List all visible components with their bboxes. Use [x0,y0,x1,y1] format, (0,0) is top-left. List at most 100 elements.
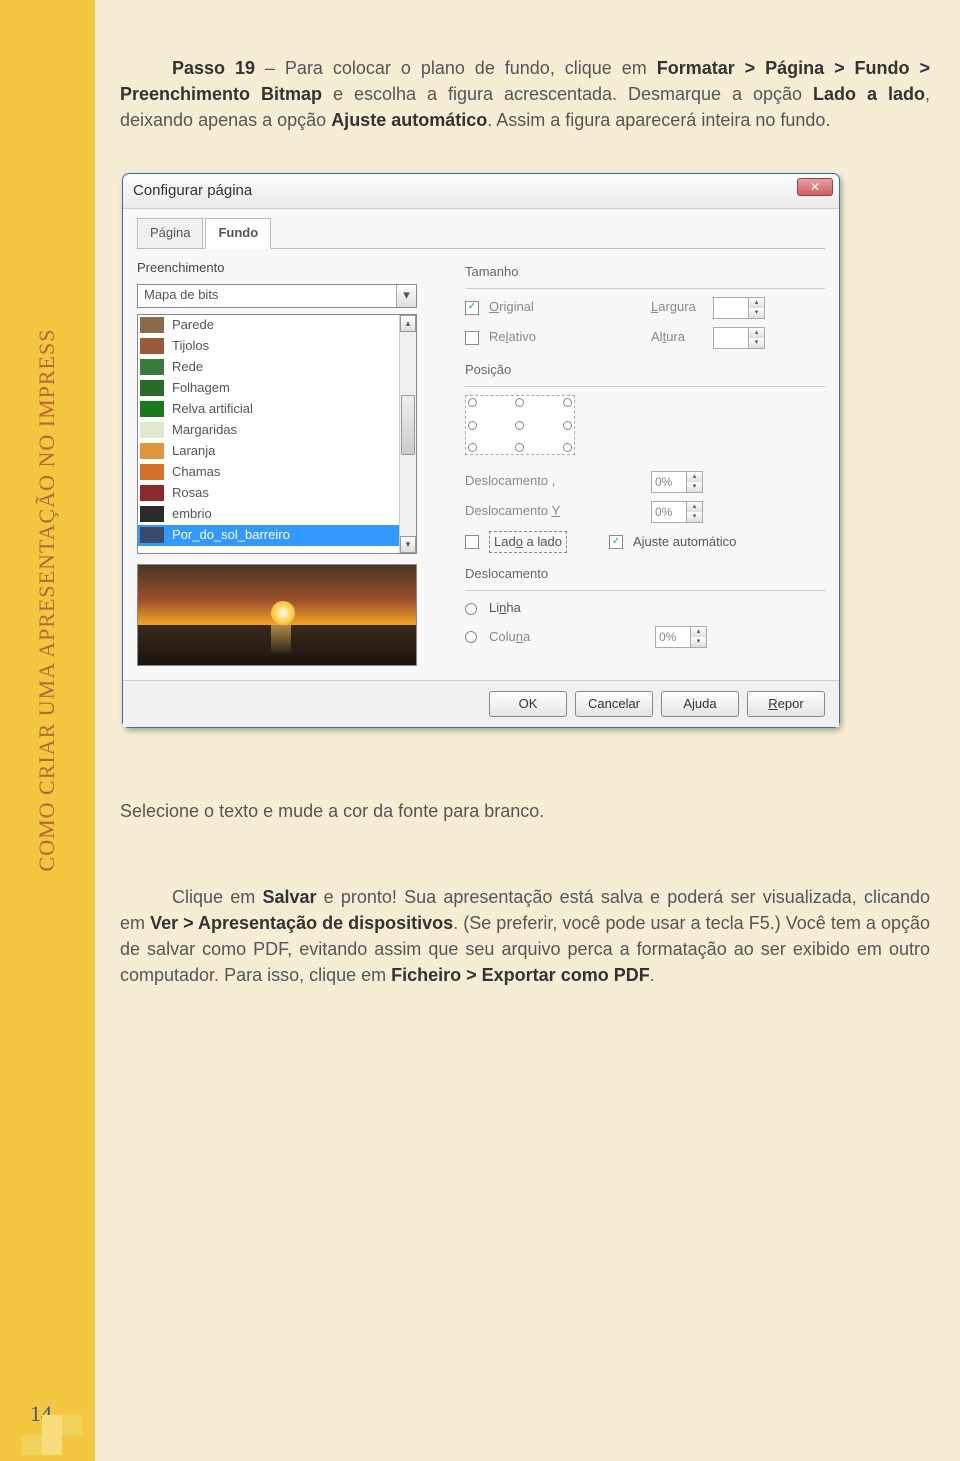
list-item[interactable]: Margaridas [138,420,416,441]
tab-strip: Página Fundo [137,217,825,249]
swatch-icon [140,443,164,459]
coluna-spinbox[interactable]: ▴▾ [655,626,707,648]
deslocamento-label: Deslocamento , [465,472,645,491]
list-item-label: Folhagem [172,379,230,398]
largura-label: Largura [651,298,707,317]
section-title: COMO CRIAR UMA APRESENTAÇÃO NO IMPRESS [34,329,60,872]
bitmap-listbox[interactable]: Parede Tijolos Rede Folhagem Relva artificia… [137,314,417,554]
original-checkbox[interactable]: ✓ [465,301,479,315]
deslocamento-x-spinbox[interactable]: ▴▾ [651,471,703,493]
list-item[interactable]: Laranja [138,441,416,462]
deslocamento-y-input[interactable] [652,502,686,522]
spin-up-icon[interactable]: ▴ [690,627,706,637]
list-item-label: Tijolos [172,337,209,356]
list-item[interactable]: Parede [138,315,416,336]
swatch-icon [140,380,164,396]
spin-down-icon[interactable]: ▾ [748,338,764,348]
lado-a-lado-label: Lado a lado [489,531,567,554]
dialog-button-bar: OK Cancelar Ajuda Repor [123,680,839,727]
spin-down-icon[interactable]: ▾ [690,637,706,647]
deslocamento-y-spinbox[interactable]: ▴▾ [651,501,703,523]
list-item-label: embrio [172,505,212,524]
scroll-down-icon[interactable]: ▾ [400,536,416,553]
spin-up-icon[interactable]: ▴ [748,328,764,338]
tab-fundo[interactable]: Fundo [205,218,271,249]
list-item[interactable]: Rede [138,357,416,378]
fill-group-label: Preenchimento [137,259,447,278]
linha-radio[interactable] [465,603,477,615]
swatch-icon [140,359,164,375]
paragraph-save: Clique em Salvar e pronto! Sua apresenta… [120,884,930,988]
dialog-configurar-pagina: Configurar página ✕ Página Fundo Preench… [122,173,840,727]
deslocamento-group-label: Deslocamento [465,565,825,584]
list-item-label: Por_do_sol_barreiro [172,526,290,545]
swatch-icon [140,401,164,417]
ajuste-auto-checkbox[interactable]: ✓ [609,535,623,549]
list-item-label: Chamas [172,463,220,482]
swatch-icon [140,506,164,522]
largura-input[interactable] [714,298,748,318]
coluna-label: Coluna [489,628,649,647]
list-item-label: Relva artificial [172,400,253,419]
reset-button[interactable]: Repor [747,691,825,717]
fill-type-combo[interactable]: Mapa de bits ▾ [137,284,417,308]
relativo-checkbox[interactable] [465,331,479,345]
dialog-titlebar[interactable]: Configurar página ✕ [123,174,839,209]
list-item[interactable]: Folhagem [138,378,416,399]
altura-label: Altura [651,328,707,347]
sidebar: COMO CRIAR UMA APRESENTAÇÃO NO IMPRESS 1… [0,0,95,1461]
scroll-thumb[interactable] [401,395,415,455]
size-group-label: Tamanho [465,263,825,282]
position-grid[interactable] [465,395,575,455]
paragraph-step19: Passo 19 – Para colocar o plano de fundo… [120,55,930,133]
swatch-icon [140,464,164,480]
chevron-down-icon[interactable]: ▾ [396,285,416,307]
spin-up-icon[interactable]: ▴ [748,298,764,308]
list-item-label: Parede [172,316,214,335]
coluna-radio[interactable] [465,631,477,643]
list-item[interactable]: embrio [138,504,416,525]
spin-up-icon[interactable]: ▴ [686,502,702,512]
spin-down-icon[interactable]: ▾ [686,512,702,522]
lado-a-lado-checkbox[interactable] [465,535,479,549]
swatch-icon [140,317,164,333]
spin-down-icon[interactable]: ▾ [748,308,764,318]
swatch-icon [140,485,164,501]
ok-button[interactable]: OK [489,691,567,717]
list-item[interactable]: Por_do_sol_barreiro [138,525,416,546]
list-item-label: Rosas [172,484,209,503]
list-item[interactable]: Chamas [138,462,416,483]
scrollbar[interactable]: ▴ ▾ [399,315,416,553]
position-group-label: Posição [465,361,825,380]
relativo-label: Relativo [489,328,609,347]
list-item-label: Rede [172,358,203,377]
bitmap-preview [137,564,417,666]
list-item[interactable]: Relva artificial [138,399,416,420]
ajuste-auto-label: Ajuste automático [633,533,736,552]
decoration [0,1401,95,1461]
step-number: Passo 19 [172,58,255,78]
list-item[interactable]: Tijolos [138,336,416,357]
spin-up-icon[interactable]: ▴ [686,472,702,482]
deslocamento-x-input[interactable] [652,472,686,492]
coluna-input[interactable] [656,627,690,647]
help-button[interactable]: Ajuda [661,691,739,717]
largura-spinbox[interactable]: ▴▾ [713,297,765,319]
original-label: Original [489,298,609,317]
list-item-label: Laranja [172,442,215,461]
linha-label: Linha [489,599,521,618]
swatch-icon [140,527,164,543]
close-button[interactable]: ✕ [797,178,833,196]
dialog-title: Configurar página [133,182,252,199]
list-item[interactable]: Rosas [138,483,416,504]
deslocamento-y-label: Deslocamento Y [465,502,645,521]
paragraph-select-text: Selecione o texto e mude a cor da fonte … [120,798,930,824]
spin-down-icon[interactable]: ▾ [686,482,702,492]
list-item-label: Margaridas [172,421,237,440]
scroll-up-icon[interactable]: ▴ [400,315,416,332]
swatch-icon [140,338,164,354]
altura-input[interactable] [714,328,748,348]
tab-pagina[interactable]: Página [137,218,203,249]
altura-spinbox[interactable]: ▴▾ [713,327,765,349]
cancel-button[interactable]: Cancelar [575,691,653,717]
